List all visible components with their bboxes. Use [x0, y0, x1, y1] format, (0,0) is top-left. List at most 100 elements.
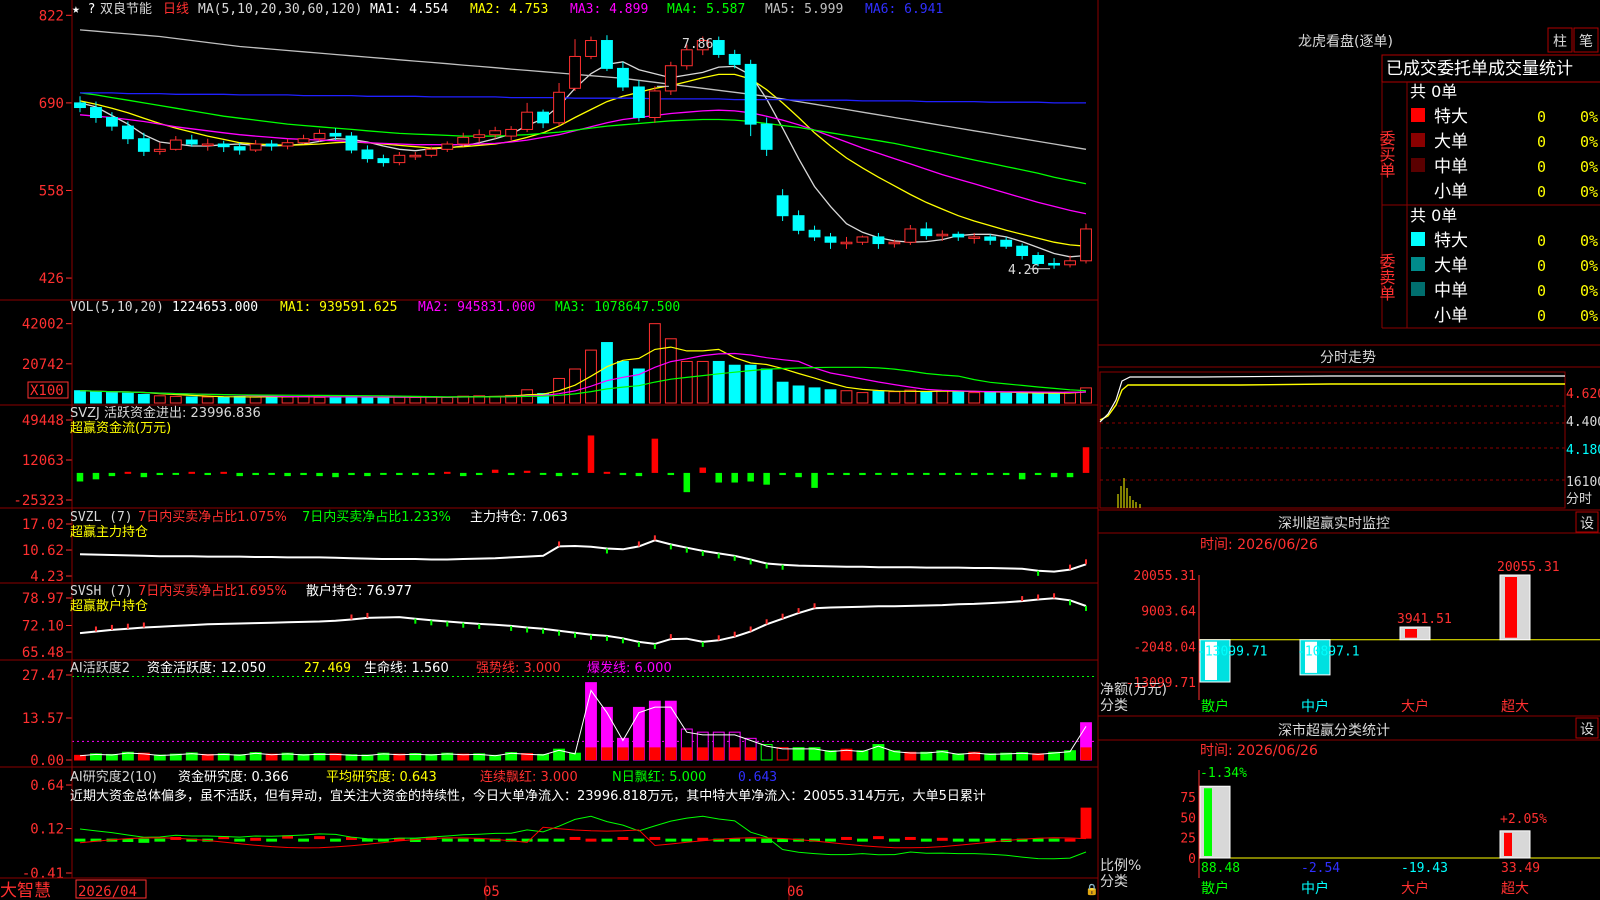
- fund-flow-bar[interactable]: [635, 472, 643, 477]
- candle[interactable]: [569, 55, 581, 89]
- chart-canvas[interactable]: 822 690 558 426 42002 20742 49448 12063 -25323…: [0, 0, 1600, 900]
- candle[interactable]: [648, 90, 661, 118]
- candle[interactable]: [153, 148, 166, 152]
- fund-flow-bar[interactable]: [1082, 447, 1090, 473]
- activity-bar[interactable]: [824, 750, 837, 761]
- research-bar[interactable]: [250, 837, 262, 841]
- candle[interactable]: [1048, 262, 1061, 266]
- activity-bar[interactable]: [776, 747, 789, 761]
- volume-bar[interactable]: [393, 396, 406, 404]
- research-bar[interactable]: [537, 838, 549, 842]
- fund-flow-bar[interactable]: [651, 438, 659, 473]
- intraday-chart[interactable]: 4.620 4.400 4.180 16100 分时: [1099, 371, 1600, 509]
- research-bar[interactable]: [825, 838, 836, 842]
- volume-bar[interactable]: [840, 390, 853, 404]
- fund-flow-bar[interactable]: [747, 472, 754, 482]
- candle[interactable]: [680, 49, 693, 67]
- svzl-main-position-panel[interactable]: 17.0210.624.23: [22, 517, 1088, 585]
- fund-flow-bar[interactable]: [843, 472, 850, 476]
- research-bar[interactable]: [585, 838, 597, 842]
- fund-flow-bar[interactable]: [252, 472, 259, 476]
- research-bar[interactable]: [298, 838, 309, 842]
- volume-bar[interactable]: [696, 360, 709, 404]
- research-bar[interactable]: [1080, 807, 1092, 839]
- research-bar[interactable]: [681, 838, 693, 842]
- activity-bar[interactable]: [856, 750, 869, 761]
- fund-flow-bar[interactable]: [619, 472, 627, 476]
- candle[interactable]: [425, 148, 438, 156]
- candle[interactable]: [920, 228, 933, 237]
- research-bar[interactable]: [266, 838, 278, 842]
- candle[interactable]: [345, 135, 358, 151]
- fund-flow-bar[interactable]: [683, 472, 691, 493]
- volume-bar[interactable]: [904, 389, 917, 404]
- research-bar[interactable]: [761, 838, 773, 843]
- research-bar[interactable]: [665, 838, 677, 842]
- price-candlestick-panel[interactable]: 822 690 558 426: [39, 8, 1092, 287]
- fund-flow-bar[interactable]: [827, 472, 834, 475]
- fund-flow-bar[interactable]: [396, 472, 403, 476]
- activity-bar[interactable]: [872, 744, 885, 761]
- fund-flow-bar[interactable]: [491, 469, 499, 473]
- candle[interactable]: [409, 154, 422, 158]
- fund-flow-bar[interactable]: [412, 472, 419, 476]
- candle[interactable]: [457, 136, 470, 145]
- candle[interactable]: [105, 116, 118, 127]
- volume-bar[interactable]: [920, 391, 933, 404]
- volume-bar[interactable]: [601, 342, 613, 404]
- candle[interactable]: [872, 236, 885, 245]
- research-bar[interactable]: [330, 838, 341, 842]
- fund-flow-bar[interactable]: [891, 472, 898, 476]
- fund-flow-bar[interactable]: [923, 472, 930, 475]
- fund-flow-bar[interactable]: [811, 472, 818, 488]
- candle[interactable]: [856, 236, 869, 243]
- research-bar[interactable]: [936, 837, 948, 841]
- candle[interactable]: [952, 233, 965, 238]
- fund-flow-bar[interactable]: [268, 472, 275, 475]
- volume-bar[interactable]: [936, 390, 949, 404]
- fund-flow-bar[interactable]: [204, 472, 211, 476]
- research-bar[interactable]: [234, 838, 246, 842]
- candle[interactable]: [968, 236, 981, 239]
- volume-bar[interactable]: [377, 397, 390, 404]
- candle[interactable]: [888, 241, 901, 245]
- sz-net-amount-chart[interactable]: 20055.319003.64-2048.04-13099.71-13099.7…: [1126, 560, 1600, 715]
- volume-bar[interactable]: [169, 395, 182, 404]
- candle[interactable]: [1016, 245, 1029, 257]
- fund-flow-bar[interactable]: [970, 472, 978, 476]
- volume-panel[interactable]: 42002 20742: [22, 317, 1092, 404]
- volume-bar[interactable]: [153, 395, 166, 404]
- fund-flow-bar[interactable]: [603, 471, 611, 474]
- activity-bar[interactable]: [792, 747, 805, 761]
- volume-bar[interactable]: [1064, 391, 1076, 404]
- candle[interactable]: [265, 143, 278, 147]
- research-bar[interactable]: [745, 838, 757, 842]
- volume-bar[interactable]: [201, 396, 214, 404]
- main-position-line[interactable]: [79, 539, 1087, 573]
- research-bar[interactable]: [154, 838, 166, 842]
- volume-bar[interactable]: [137, 394, 150, 404]
- activity-bar[interactable]: [74, 754, 86, 761]
- fund-flow-bar[interactable]: [523, 470, 531, 473]
- volume-bar[interactable]: [872, 390, 885, 404]
- research-bar[interactable]: [920, 838, 932, 842]
- candle[interactable]: [744, 63, 757, 125]
- candle[interactable]: [297, 138, 310, 144]
- volume-bar[interactable]: [1016, 392, 1029, 404]
- fund-flow-bar[interactable]: [475, 472, 483, 476]
- volume-bar[interactable]: [1048, 392, 1061, 404]
- candle[interactable]: [137, 138, 150, 152]
- candle[interactable]: [808, 229, 821, 238]
- volume-bar[interactable]: [441, 396, 454, 404]
- candle[interactable]: [616, 67, 629, 88]
- research-bar[interactable]: [441, 838, 453, 842]
- retail-position-line[interactable]: [79, 597, 1087, 645]
- volume-bar[interactable]: [760, 368, 773, 404]
- volume-bar[interactable]: [297, 396, 310, 404]
- svzj-fund-flow-panel[interactable]: 49448 12063 -25323: [13, 413, 1090, 509]
- research-bar[interactable]: [601, 838, 613, 842]
- candle[interactable]: [728, 53, 741, 65]
- volume-bar[interactable]: [952, 391, 965, 404]
- research-bar[interactable]: [617, 836, 629, 840]
- volume-bar[interactable]: [776, 381, 789, 404]
